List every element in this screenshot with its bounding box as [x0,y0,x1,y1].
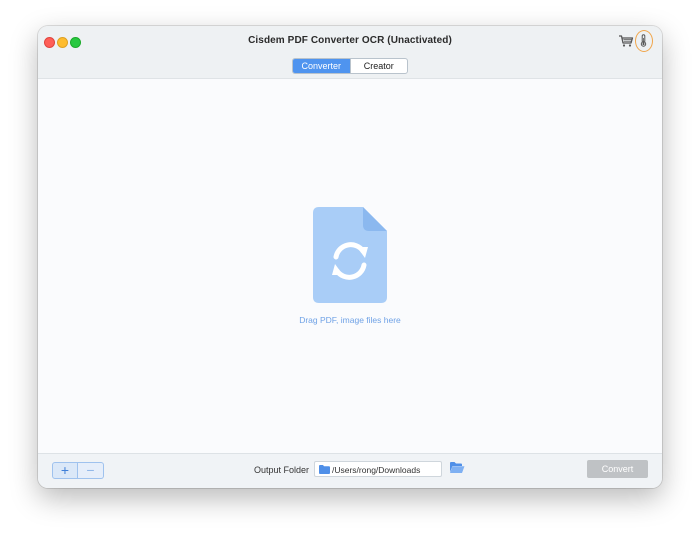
output-folder-label: Output Folder [254,465,310,475]
folder-icon [319,465,330,474]
tab-creator[interactable]: Creator [349,59,408,73]
mode-tabs: Converter Creator [292,58,408,74]
remove-file-button[interactable]: − [78,462,104,479]
title-bar: Cisdem PDF Converter OCR (Unactivated) C… [38,26,662,79]
output-path-text: /Users/rong/Downloads [332,465,421,475]
drop-hint: Drag PDF, image files here [299,315,401,325]
output-path-field[interactable]: /Users/rong/Downloads [314,461,442,477]
drop-zone[interactable]: Drag PDF, image files here [38,79,662,453]
thermometer-icon [640,34,647,47]
convert-button[interactable]: Convert [587,460,648,478]
bottom-toolbar: + − Output Folder /Users/rong/Downloads … [38,453,662,488]
open-folder-icon[interactable] [449,461,465,479]
add-remove-control: + − [52,462,104,479]
refresh-document-icon [313,207,387,308]
tab-converter[interactable]: Converter [293,59,350,73]
window-title: Cisdem PDF Converter OCR (Unactivated) [248,35,452,46]
add-file-button[interactable]: + [52,462,78,479]
cart-icon[interactable] [618,34,634,48]
app-window: Cisdem PDF Converter OCR (Unactivated) C… [38,26,662,488]
thermometer-button[interactable] [635,30,653,52]
